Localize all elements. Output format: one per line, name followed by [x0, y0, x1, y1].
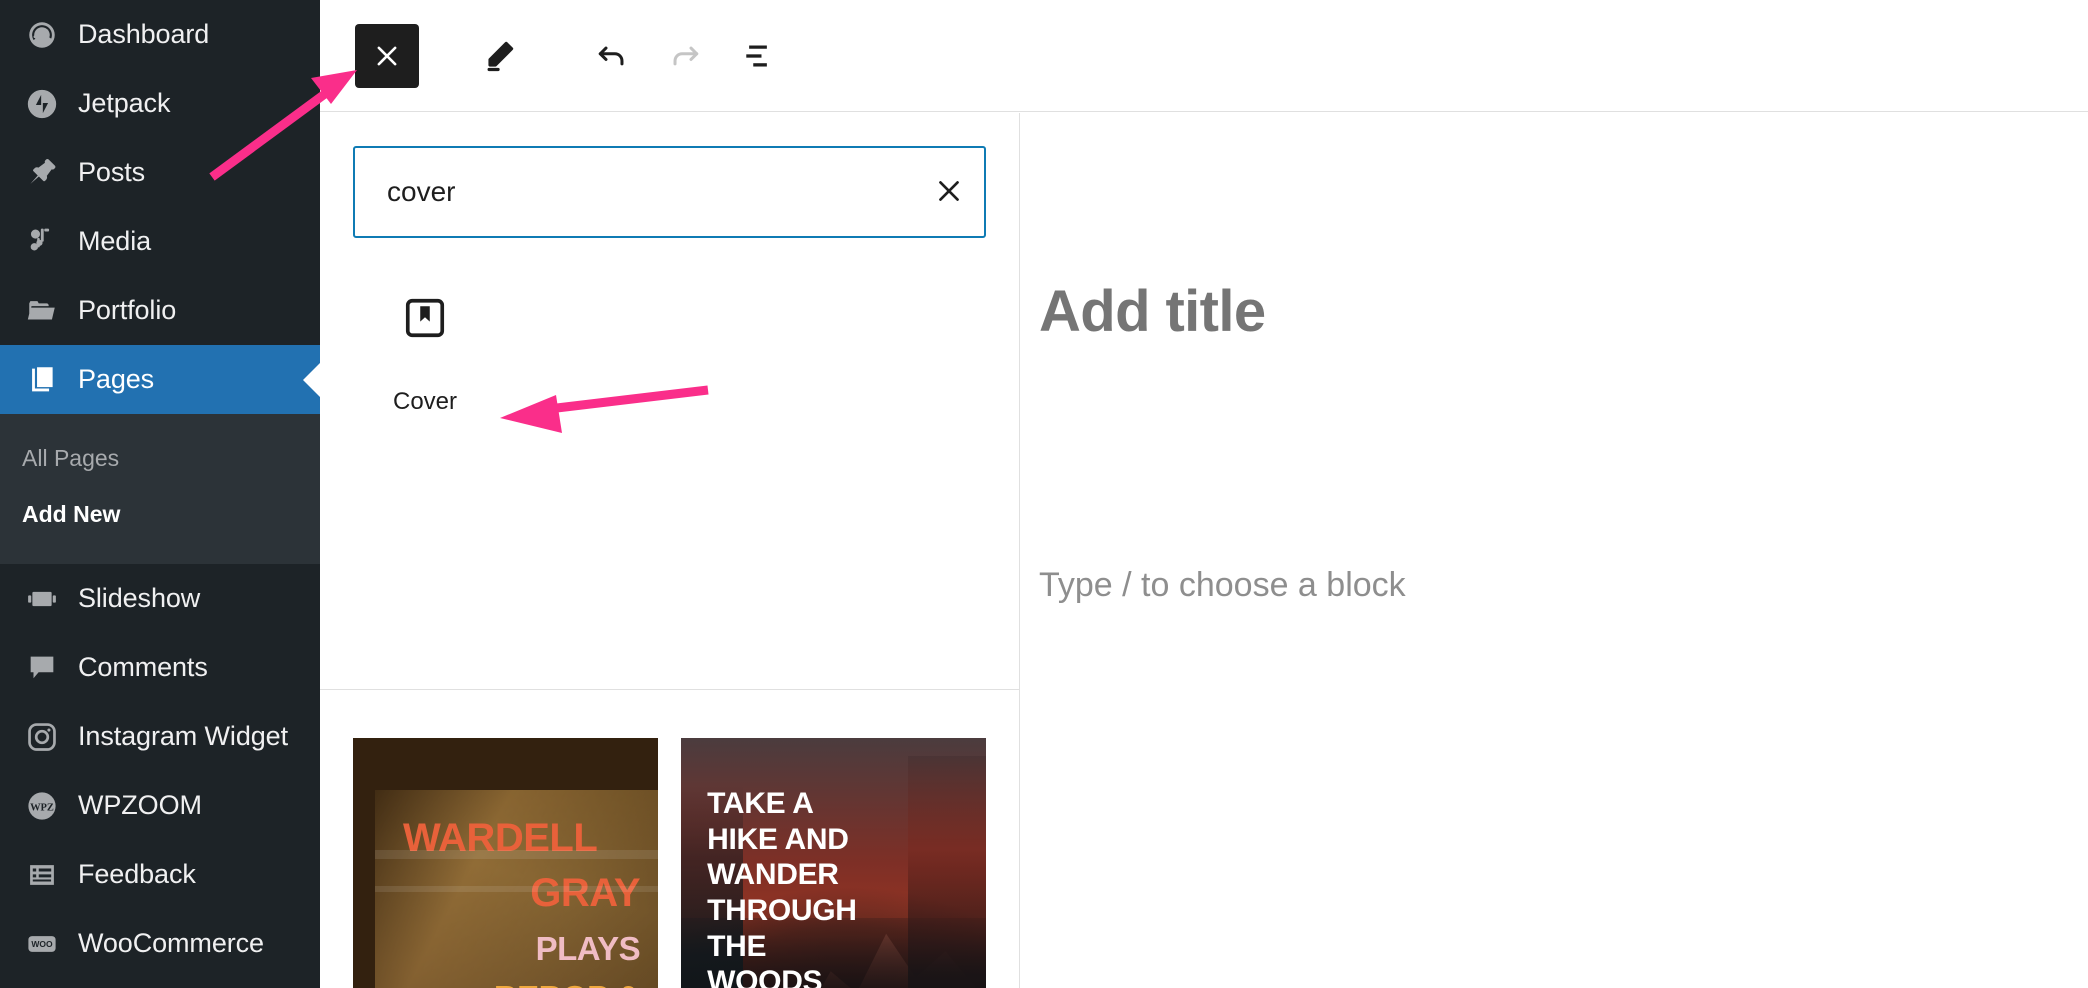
sidebar-item-instagram-widget[interactable]: Instagram Widget — [0, 702, 320, 771]
close-x-icon — [372, 41, 402, 71]
sidebar-item-portfolio[interactable]: Portfolio — [0, 276, 320, 345]
sidebar-item-posts[interactable]: Posts — [0, 138, 320, 207]
undo-button[interactable] — [580, 24, 644, 88]
block-item-cover[interactable]: Cover — [340, 290, 510, 414]
cover-block-icon — [403, 290, 447, 346]
pattern-results: WARDELL GRAY PLAYS BEBOP & TAKE A HIKE A… — [320, 690, 1019, 988]
portfolio-icon — [22, 291, 62, 331]
edit-tool-button[interactable] — [467, 24, 531, 88]
sidebar-item-woocommerce[interactable]: WOO WooCommerce — [0, 909, 320, 978]
submenu-item-add-new[interactable]: Add New — [0, 486, 320, 542]
sidebar-item-feedback[interactable]: Feedback — [0, 840, 320, 909]
sidebar-item-dashboard[interactable]: Dashboard — [0, 0, 320, 69]
pencil-icon — [481, 38, 517, 74]
pattern-preview-content: WARDELL GRAY PLAYS BEBOP & — [375, 790, 659, 988]
pin-icon — [22, 153, 62, 193]
pattern-grid: WARDELL GRAY PLAYS BEBOP & TAKE A HIKE A… — [353, 738, 986, 988]
dashboard-icon — [22, 15, 62, 55]
sidebar-item-label: Posts — [78, 157, 146, 187]
pattern-line-4: BEBOP & — [375, 981, 641, 988]
pattern-item-wardell-gray[interactable]: WARDELL GRAY PLAYS BEBOP & — [353, 738, 659, 988]
sidebar-item-label: Slideshow — [78, 583, 201, 613]
pattern-line-2: GRAY — [530, 870, 641, 915]
sidebar-item-label: Instagram Widget — [78, 721, 288, 751]
undo-arrow-icon — [593, 37, 631, 75]
sidebar-item-media[interactable]: Media — [0, 207, 320, 276]
block-inserter-panel: Cover WARDELL GRAY PLAYS BEBOP & — [320, 113, 1020, 988]
editor-top-toolbar — [320, 0, 2088, 112]
redo-arrow-icon — [666, 37, 704, 75]
decor-streak — [375, 850, 659, 859]
sidebar-item-comments[interactable]: Comments — [0, 633, 320, 702]
search-field-wrapper — [353, 146, 986, 238]
block-search-results: Cover — [320, 238, 1019, 690]
wordpress-block-editor-screen: Dashboard Jetpack Posts Media Portfolio … — [0, 0, 2088, 988]
block-item-label: Cover — [392, 388, 458, 415]
close-x-icon — [933, 175, 965, 210]
sidebar-item-label: Pages — [78, 364, 155, 394]
details-list-icon — [739, 37, 777, 75]
pattern-line-3: PLAYS — [535, 929, 641, 967]
sidebar-item-slideshow[interactable]: Slideshow — [0, 564, 320, 633]
search-input[interactable] — [355, 148, 914, 236]
pattern-item-take-a-hike[interactable]: TAKE A HIKE AND WANDER THROUGH THE WOODS — [681, 738, 986, 988]
sidebar-item-label: Comments — [78, 652, 208, 682]
pattern-heading-text: TAKE A HIKE AND WANDER THROUGH THE WOODS — [707, 787, 857, 988]
current-item-arrow-icon — [303, 362, 320, 397]
sidebar-item-pages[interactable]: Pages — [0, 345, 320, 414]
close-inserter-button[interactable] — [355, 24, 419, 88]
post-title-placeholder[interactable]: Add title — [1039, 283, 1266, 341]
pages-icon — [22, 360, 62, 400]
sidebar-item-jetpack[interactable]: Jetpack — [0, 69, 320, 138]
submenu-item-label: All Pages — [22, 444, 120, 471]
svg-text:WOO: WOO — [31, 939, 53, 949]
sidebar-item-label: Portfolio — [78, 295, 177, 325]
inserter-search-row — [320, 113, 1019, 238]
details-list-view-button[interactable] — [726, 24, 790, 88]
sidebar-item-label: WooCommerce — [78, 928, 264, 958]
svg-text:WPZ: WPZ — [30, 802, 54, 813]
redo-button[interactable] — [653, 24, 717, 88]
sidebar-item-label: WPZOOM — [78, 790, 202, 820]
submenu-item-label: Add New — [22, 500, 121, 527]
admin-sidebar: Dashboard Jetpack Posts Media Portfolio … — [0, 0, 320, 988]
jetpack-icon — [22, 84, 62, 124]
submenu-item-all-pages[interactable]: All Pages — [0, 430, 320, 486]
decor-streak — [375, 886, 659, 892]
default-block-placeholder[interactable]: Type / to choose a block — [1039, 568, 1406, 602]
sidebar-item-wpzoom[interactable]: WPZ WPZOOM — [0, 771, 320, 840]
submenu-pages: All Pages Add New — [0, 414, 320, 564]
editor-canvas: Add title Type / to choose a block — [1021, 113, 2088, 988]
slideshow-icon — [22, 579, 62, 619]
sidebar-item-label: Media — [78, 226, 152, 256]
woocommerce-icon: WOO — [22, 924, 62, 964]
media-icon — [22, 222, 62, 262]
instagram-icon — [22, 717, 62, 757]
sidebar-item-label: Dashboard — [78, 19, 210, 49]
clear-search-button[interactable] — [914, 148, 984, 236]
wpzoom-icon: WPZ — [22, 786, 62, 826]
comments-icon — [22, 648, 62, 688]
sidebar-item-label: Feedback — [78, 859, 196, 889]
sidebar-item-label: Jetpack — [78, 88, 171, 118]
feedback-icon — [22, 855, 62, 895]
